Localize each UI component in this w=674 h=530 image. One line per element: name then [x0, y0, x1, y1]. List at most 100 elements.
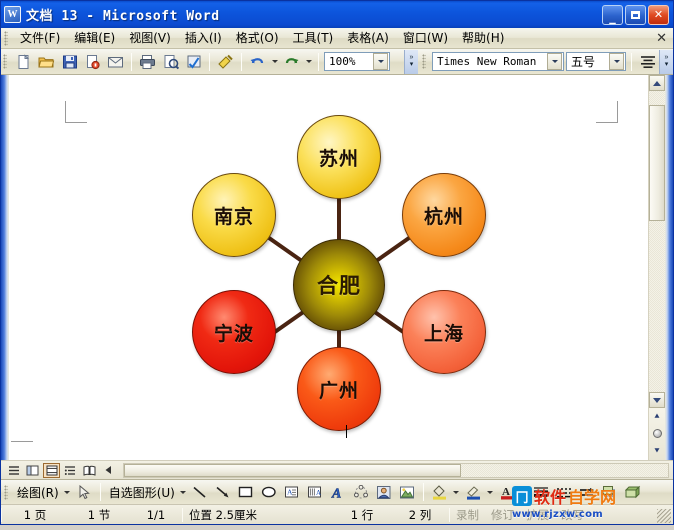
menu-item-help[interactable]: 帮助(H)	[455, 29, 511, 48]
diagram-icon[interactable]	[350, 481, 373, 503]
font-size-dropdown-arrow[interactable]	[609, 53, 624, 70]
formatting-toolbar-gripper[interactable]	[422, 54, 426, 69]
font-color-icon[interactable]: A	[496, 481, 519, 503]
scroll-left-arrow-button[interactable]	[100, 463, 117, 478]
zoom-combo[interactable]: 100%	[324, 52, 390, 71]
shadow-style-icon[interactable]	[599, 481, 622, 503]
standard-toolbar-overflow[interactable]: » ▾	[404, 49, 418, 74]
font-color-arrow[interactable]	[519, 481, 530, 503]
draw-menu-button[interactable]: 绘图(R)	[13, 482, 62, 503]
previous-page-icon[interactable]: ⯅	[653, 412, 660, 421]
reading-layout-view-button[interactable]	[81, 463, 98, 478]
outline-view-button[interactable]	[62, 463, 79, 478]
redo-dropdown-arrow[interactable]	[303, 51, 314, 73]
radial-diagram[interactable]: 苏州 杭州 上海 广州 宁波 南京 合肥	[159, 115, 519, 455]
web-layout-view-button[interactable]	[24, 463, 41, 478]
status-ovr[interactable]: 改写	[555, 507, 590, 523]
line-color-icon[interactable]	[462, 481, 485, 503]
align-center-icon[interactable]	[636, 51, 659, 73]
print-icon[interactable]	[136, 51, 159, 73]
text-box-icon[interactable]: A	[281, 481, 304, 503]
arrow-style-icon[interactable]	[576, 481, 599, 503]
menu-item-edit[interactable]: 编辑(E)	[67, 29, 122, 48]
node-nanjing[interactable]: 南京	[192, 173, 276, 257]
oval-icon[interactable]	[258, 481, 281, 503]
permission-icon[interactable]	[81, 51, 104, 73]
new-document-icon[interactable]	[12, 51, 35, 73]
vertical-scroll-thumb[interactable]	[649, 105, 665, 221]
save-icon[interactable]	[58, 51, 81, 73]
arrow-icon[interactable]	[212, 481, 235, 503]
font-name-combo[interactable]: Times New Roman	[432, 52, 564, 71]
draw-menu-arrow[interactable]	[62, 481, 73, 503]
document-page[interactable]: 苏州 杭州 上海 广州 宁波 南京 合肥	[9, 75, 648, 460]
status-trk[interactable]: 修订	[485, 507, 520, 523]
formatting-toolbar-overflow[interactable]: » ▾	[659, 49, 673, 74]
drawing-toolbar-gripper[interactable]	[4, 484, 8, 500]
status-rec[interactable]: 录制	[450, 507, 485, 523]
node-ningbo[interactable]: 宁波	[192, 290, 276, 374]
vertical-scroll-track[interactable]	[649, 91, 665, 392]
menu-item-window[interactable]: 窗口(W)	[396, 29, 455, 48]
status-bar: 1 页 1 节 1/1 位置 2.5厘米 1 行 2 列 录制 修订 扩展 改写	[1, 504, 673, 524]
line-icon[interactable]	[189, 481, 212, 503]
print-layout-view-button[interactable]	[43, 462, 60, 478]
format-painter-icon[interactable]	[214, 51, 237, 73]
undo-icon[interactable]	[246, 51, 269, 73]
vertical-text-box-icon[interactable]: A	[304, 481, 327, 503]
page-scroll-region[interactable]: 苏州 杭州 上海 广州 宁波 南京 合肥	[9, 75, 648, 460]
menu-bar: 文件(F) 编辑(E) 视图(V) 插入(I) 格式(O) 工具(T) 表格(A…	[1, 28, 673, 49]
scroll-up-button[interactable]	[649, 75, 665, 91]
node-hefei[interactable]: 合肥	[293, 239, 385, 331]
select-objects-icon[interactable]	[73, 481, 96, 503]
clip-art-icon[interactable]	[373, 481, 396, 503]
maximize-button[interactable]	[625, 4, 646, 25]
autoshapes-menu-button[interactable]: 自选图形(U)	[105, 482, 178, 503]
menu-item-format[interactable]: 格式(O)	[229, 29, 286, 48]
autoshapes-menu-arrow[interactable]	[178, 481, 189, 503]
node-guangzhou[interactable]: 广州	[297, 347, 381, 431]
fill-color-arrow[interactable]	[451, 481, 462, 503]
select-browse-object-icon[interactable]	[652, 429, 662, 439]
menu-item-table[interactable]: 表格(A)	[340, 29, 396, 48]
normal-view-button[interactable]	[5, 463, 22, 478]
dash-style-icon[interactable]	[553, 481, 576, 503]
menu-item-file[interactable]: 文件(F)	[13, 29, 67, 48]
minimize-button[interactable]: _	[602, 4, 623, 25]
vertical-scrollbar[interactable]: ⯅ ⯆	[648, 75, 665, 460]
rectangle-icon[interactable]	[235, 481, 258, 503]
wordart-icon[interactable]: A	[327, 481, 350, 503]
close-document-button[interactable]: ✕	[656, 31, 667, 44]
next-page-icon[interactable]: ⯆	[653, 446, 660, 456]
zoom-dropdown-arrow[interactable]	[373, 53, 388, 70]
scroll-down-button[interactable]	[649, 392, 665, 408]
node-shanghai[interactable]: 上海	[402, 290, 486, 374]
standard-toolbar-gripper[interactable]	[3, 54, 7, 69]
open-folder-icon[interactable]	[35, 51, 58, 73]
font-name-dropdown-arrow[interactable]	[547, 53, 562, 70]
menu-bar-gripper[interactable]	[4, 30, 8, 46]
horizontal-scroll-thumb[interactable]	[124, 463, 462, 477]
menu-item-view[interactable]: 视图(V)	[122, 29, 178, 48]
fill-color-icon[interactable]	[428, 481, 451, 503]
line-color-arrow[interactable]	[485, 481, 496, 503]
menu-item-tools[interactable]: 工具(T)	[286, 29, 341, 48]
horizontal-scrollbar[interactable]	[123, 462, 669, 478]
status-ext[interactable]: 扩展	[520, 507, 555, 523]
redo-icon[interactable]	[280, 51, 303, 73]
3d-style-icon[interactable]	[622, 481, 645, 503]
undo-dropdown-arrow[interactable]	[269, 51, 280, 73]
line-style-icon[interactable]	[530, 481, 553, 503]
insert-picture-icon[interactable]	[396, 481, 419, 503]
email-icon[interactable]	[104, 51, 127, 73]
spelling-check-icon[interactable]	[182, 51, 205, 73]
zoom-value: 100%	[329, 55, 356, 68]
node-suzhou[interactable]: 苏州	[297, 115, 381, 199]
close-button[interactable]: ✕	[648, 4, 669, 25]
resize-grip[interactable]	[657, 509, 671, 523]
status-section: 1 节	[87, 507, 111, 522]
node-hangzhou[interactable]: 杭州	[402, 173, 486, 257]
print-preview-icon[interactable]	[159, 51, 182, 73]
menu-item-insert[interactable]: 插入(I)	[178, 29, 229, 48]
font-size-combo[interactable]: 五号	[566, 52, 626, 71]
